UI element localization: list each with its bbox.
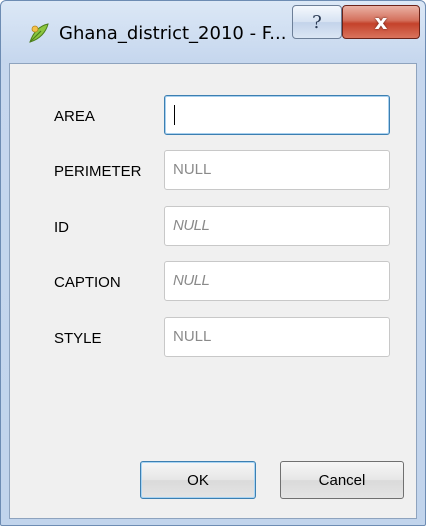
perimeter-input[interactable]: NULL <box>164 150 390 190</box>
attribute-form-dialog: Ghana_district_2010 - F... ? x AREA PERI… <box>0 0 426 526</box>
area-input[interactable] <box>164 95 390 135</box>
window-title: Ghana_district_2010 - F... <box>59 23 287 44</box>
qgis-leaf-icon <box>27 21 51 45</box>
close-button[interactable]: x <box>342 5 420 39</box>
help-icon: ? <box>312 11 322 33</box>
field-label-id: ID <box>54 219 69 236</box>
help-button[interactable]: ? <box>292 5 342 39</box>
field-label-style: STYLE <box>54 330 102 347</box>
form-body: AREA PERIMETER NULL ID NULL CAPTION NULL… <box>9 63 417 519</box>
field-label-caption: CAPTION <box>54 274 121 291</box>
style-input[interactable]: NULL <box>164 317 390 357</box>
caption-input[interactable]: NULL <box>164 261 390 301</box>
field-label-perimeter: PERIMETER <box>54 163 142 180</box>
close-icon: x <box>374 10 388 34</box>
field-label-area: AREA <box>54 108 95 125</box>
title-bar[interactable]: Ghana_district_2010 - F... ? x <box>1 1 425 63</box>
text-caret <box>174 105 175 125</box>
id-input[interactable]: NULL <box>164 206 390 246</box>
cancel-button[interactable]: Cancel <box>280 461 404 499</box>
ok-button[interactable]: OK <box>140 461 256 499</box>
